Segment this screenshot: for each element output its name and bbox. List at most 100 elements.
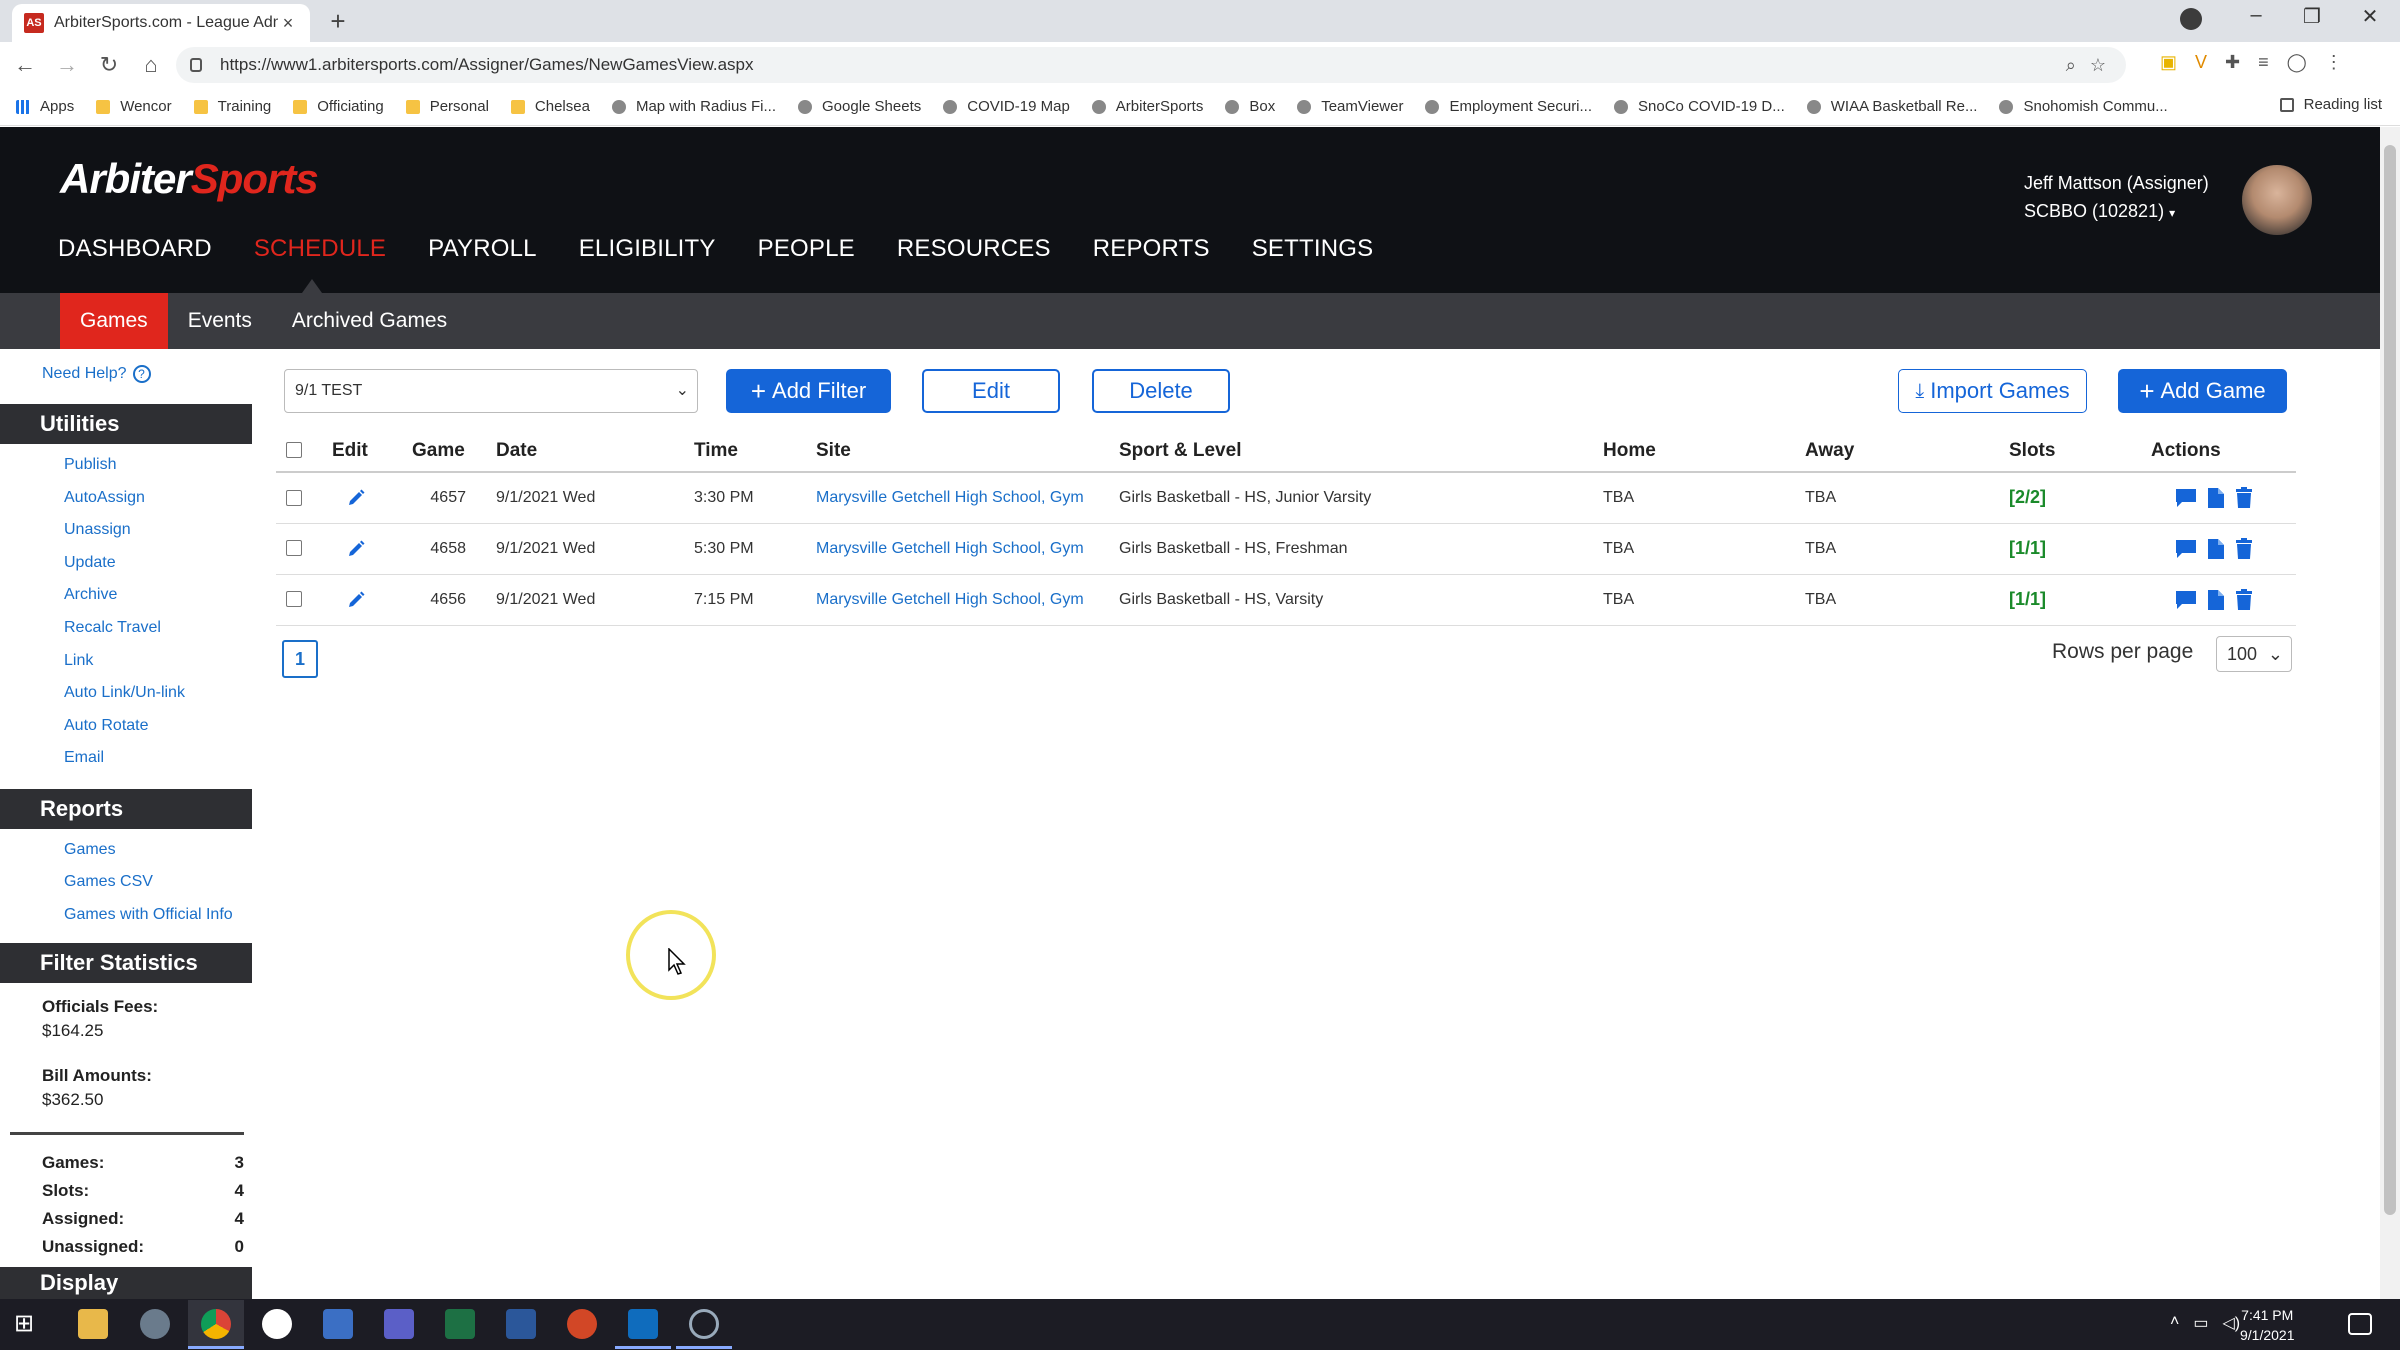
taskbar-clock[interactable]: 7:41 PM 9/1/2021: [2240, 1305, 2295, 1345]
sidebar-item-auto-rotate[interactable]: Auto Rotate: [64, 717, 149, 735]
document-icon[interactable]: [2207, 589, 2225, 611]
forward-icon[interactable]: →: [50, 52, 84, 78]
teams-icon[interactable]: [384, 1309, 414, 1339]
delete-filter-button[interactable]: Delete: [1092, 369, 1230, 413]
comment-icon[interactable]: [2175, 488, 2197, 508]
row-checkbox[interactable]: [286, 489, 302, 506]
page-scrollbar[interactable]: [2380, 127, 2400, 1299]
browser-profile-icon[interactable]: [2180, 8, 2202, 30]
need-help-link[interactable]: Need Help??: [42, 365, 151, 383]
new-tab-icon[interactable]: +: [324, 6, 352, 37]
bookmark-item[interactable]: COVID-19 Map: [943, 98, 1070, 115]
nav-people[interactable]: PEOPLE: [758, 235, 855, 263]
volume-icon[interactable]: ◁): [2222, 1313, 2240, 1333]
nav-resources[interactable]: RESOURCES: [897, 235, 1051, 263]
tab-close-icon[interactable]: ×: [278, 13, 298, 34]
trash-icon[interactable]: [2235, 537, 2253, 560]
bookmark-item[interactable]: Wencor: [96, 98, 172, 115]
col-time[interactable]: Time: [694, 430, 816, 473]
notifications-icon[interactable]: [2348, 1313, 2372, 1335]
sidebar-item-update[interactable]: Update: [64, 554, 116, 572]
bookmark-item[interactable]: Apps: [16, 98, 74, 115]
windows-start-icon[interactable]: ⊞: [14, 1309, 44, 1339]
zoom-icon[interactable]: ⌕: [2066, 55, 2076, 76]
nav-payroll[interactable]: PAYROLL: [428, 235, 537, 263]
minimize-icon[interactable]: –: [2236, 4, 2276, 27]
col-away[interactable]: Away: [1805, 430, 2009, 473]
bookmark-item[interactable]: Officiating: [293, 98, 384, 115]
page-1-button[interactable]: 1: [282, 640, 318, 678]
file-explorer-icon[interactable]: [78, 1309, 108, 1339]
sidebar-item-email[interactable]: Email: [64, 749, 104, 767]
pencil-icon[interactable]: [346, 539, 366, 559]
word-icon[interactable]: [506, 1309, 536, 1339]
comment-icon[interactable]: [2175, 590, 2197, 610]
sidebar-item-unassign[interactable]: Unassign: [64, 521, 131, 539]
saved-filter-select[interactable]: 9/1 TEST ⌄: [284, 369, 698, 413]
trash-icon[interactable]: [2235, 486, 2253, 509]
import-games-button[interactable]: ⤓ Import Games: [1898, 369, 2087, 413]
bookmark-item[interactable]: Google Sheets: [798, 98, 921, 115]
col-slots[interactable]: Slots: [2009, 430, 2139, 473]
chrome-icon[interactable]: [201, 1309, 231, 1339]
bookmark-item[interactable]: Map with Radius Fi...: [611, 98, 776, 115]
nav-reports[interactable]: REPORTS: [1093, 235, 1210, 263]
sidebar-item-report-games-csv[interactable]: Games CSV: [64, 873, 153, 891]
back-icon[interactable]: ←: [8, 52, 42, 78]
bookmark-item[interactable]: Box: [1225, 98, 1275, 115]
powerpoint-icon[interactable]: [567, 1309, 597, 1339]
col-site[interactable]: Site: [816, 430, 1119, 473]
pencil-icon[interactable]: [346, 590, 366, 610]
nav-eligibility[interactable]: ELIGIBILITY: [579, 235, 716, 263]
avatar[interactable]: [2242, 165, 2312, 235]
extension-v-icon[interactable]: V: [2195, 52, 2207, 73]
comment-icon[interactable]: [2175, 539, 2197, 559]
col-date[interactable]: Date: [496, 430, 694, 473]
bookmark-item[interactable]: Personal: [405, 98, 489, 115]
menu-kebab-icon[interactable]: ⋮: [2325, 52, 2343, 73]
tab-events[interactable]: Events: [168, 293, 272, 349]
sidebar-item-link[interactable]: Link: [64, 652, 93, 670]
outlook-icon[interactable]: [628, 1309, 658, 1339]
home-icon[interactable]: ⌂: [134, 52, 168, 78]
extension-icon[interactable]: ▣: [2160, 52, 2177, 73]
bookmark-item[interactable]: ArbiterSports: [1091, 98, 1203, 115]
app-icon[interactable]: [140, 1309, 170, 1339]
slots-link[interactable]: [1/1]: [2009, 589, 2046, 609]
document-icon[interactable]: [2207, 487, 2225, 509]
trash-icon[interactable]: [2235, 588, 2253, 611]
site-link[interactable]: Marysville Getchell High School, Gym: [816, 489, 1084, 506]
bookmark-item[interactable]: Snohomish Commu...: [1999, 98, 2168, 115]
nav-settings[interactable]: SETTINGS: [1252, 235, 1374, 263]
bookmark-item[interactable]: Employment Securi...: [1425, 98, 1592, 115]
bookmark-item[interactable]: WIAA Basketball Re...: [1806, 98, 1977, 115]
rows-per-page-select[interactable]: 100 ⌄: [2216, 636, 2292, 672]
window-close-icon[interactable]: ✕: [2350, 4, 2390, 29]
nav-schedule[interactable]: SCHEDULE: [254, 235, 386, 263]
bookmark-item[interactable]: Training: [193, 98, 271, 115]
sidebar-item-report-official-info[interactable]: Games with Official Info: [64, 906, 233, 924]
tray-chevron-icon[interactable]: ˄: [2170, 1313, 2179, 1333]
document-icon[interactable]: [2207, 538, 2225, 560]
puzzle-icon[interactable]: ✚: [2225, 52, 2240, 73]
sidebar-item-report-games[interactable]: Games: [64, 841, 116, 859]
nav-dashboard[interactable]: DASHBOARD: [58, 235, 212, 263]
row-checkbox[interactable]: [286, 540, 302, 557]
bookmark-item[interactable]: TeamViewer: [1297, 98, 1403, 115]
slots-link[interactable]: [1/1]: [2009, 538, 2046, 558]
sidebar-item-archive[interactable]: Archive: [64, 586, 117, 604]
sidebar-item-publish[interactable]: Publish: [64, 456, 116, 474]
site-link[interactable]: Marysville Getchell High School, Gym: [816, 540, 1084, 557]
sidebar-item-auto-link[interactable]: Auto Link/Un-link: [64, 684, 185, 702]
user-org-dropdown[interactable]: SCBBO (102821) ▾: [2024, 201, 2175, 222]
select-all-checkbox[interactable]: [286, 442, 302, 459]
arbitersports-logo[interactable]: ArbiterSports: [60, 155, 319, 203]
col-game[interactable]: Game: [412, 430, 496, 473]
recorder-icon[interactable]: [689, 1309, 719, 1339]
profile-icon[interactable]: ◯: [2287, 52, 2307, 73]
scrollbar-thumb[interactable]: [2384, 145, 2396, 1215]
edit-filter-button[interactable]: Edit: [922, 369, 1060, 413]
bookmark-item[interactable]: SnoCo COVID-19 D...: [1614, 98, 1785, 115]
site-link[interactable]: Marysville Getchell High School, Gym: [816, 591, 1084, 608]
network-icon[interactable]: ▭: [2193, 1313, 2208, 1333]
